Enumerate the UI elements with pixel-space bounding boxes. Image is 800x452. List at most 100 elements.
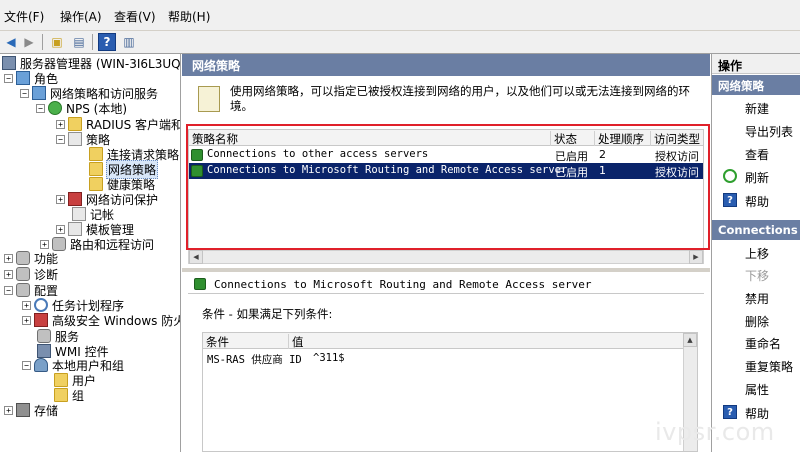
expand-icon[interactable]: +: [22, 315, 31, 325]
console-tree: 服务器管理器 (WIN-3I6L3UQR2A −角色 −网络策略和访问服务 −N…: [0, 54, 181, 452]
table-row[interactable]: MS-RAS 供应商 ID ^311$: [203, 351, 683, 367]
toolbar-separator: [92, 34, 93, 50]
expand-icon[interactable]: +: [4, 253, 13, 263]
tree-item-nps-local[interactable]: − NPS (本地): [36, 100, 128, 116]
clock-icon: [34, 298, 48, 312]
expand-icon[interactable]: +: [56, 224, 65, 234]
pane-splitter[interactable]: [182, 268, 710, 272]
table-row-selected[interactable]: Connections to Microsoft Routing and Rem…: [189, 163, 703, 179]
expand-icon[interactable]: +: [4, 405, 13, 415]
tree-item-features[interactable]: + 功能: [4, 250, 59, 266]
condition-value: ^311$: [313, 352, 345, 364]
forward-arrow-icon[interactable]: ▶: [20, 33, 38, 51]
actions-pane: 操作 网络策略 新建 导出列表 查看 刷新 ? 帮助 Connections .…: [711, 54, 800, 452]
policy-name: Connections to other access servers: [207, 148, 429, 160]
policy-order: 1: [599, 164, 606, 177]
up-folder-icon[interactable]: ▣: [48, 33, 66, 51]
action-disable[interactable]: 禁用: [745, 290, 769, 307]
actions-section-network-policy[interactable]: 网络策略: [712, 75, 800, 95]
configuration-icon: [16, 283, 30, 297]
scroll-up-icon[interactable]: ▲: [683, 333, 697, 347]
firewall-icon: [34, 313, 48, 327]
templates-icon: [68, 222, 82, 236]
detail-policy-title: Connections to Microsoft Routing and Rem…: [188, 274, 704, 294]
actions-title: 操作: [712, 54, 800, 74]
expand-icon[interactable]: +: [56, 194, 65, 204]
table-row[interactable]: Connections to other access servers 已启用 …: [189, 147, 703, 163]
action-new[interactable]: 新建: [745, 100, 769, 117]
column-condition[interactable]: 条件: [203, 334, 289, 349]
features-icon: [16, 251, 30, 265]
roles-icon: [16, 71, 30, 85]
collapse-icon[interactable]: −: [4, 73, 13, 83]
policy-icon: [68, 132, 82, 146]
tree-item-policies[interactable]: − 策略: [56, 131, 111, 147]
users-icon: [34, 358, 48, 372]
collapse-icon[interactable]: −: [20, 88, 29, 98]
wmi-icon: [37, 344, 51, 358]
expand-icon[interactable]: +: [4, 269, 13, 279]
action-refresh[interactable]: 刷新: [745, 169, 769, 186]
action-rename[interactable]: 重命名: [745, 335, 781, 352]
policy-status: 已启用: [555, 166, 588, 179]
enabled-policy-icon: [191, 149, 203, 161]
tree-item-diagnostics[interactable]: + 诊断: [4, 266, 59, 282]
conditions-title: 条件 - 如果满足下列条件:: [202, 307, 333, 321]
help-icon[interactable]: ?: [98, 33, 116, 51]
conditions-header: 条件 值: [203, 333, 697, 349]
action-move-up[interactable]: 上移: [745, 245, 769, 262]
policy-order: 2: [599, 148, 606, 161]
expand-icon[interactable]: +: [22, 300, 31, 310]
folder-icon: [54, 388, 68, 402]
scroll-right-icon[interactable]: ▶: [689, 250, 703, 264]
services-icon: [37, 329, 51, 343]
tree-item-firewall[interactable]: +高级安全 Windows 防火墙: [22, 312, 180, 328]
action-help[interactable]: 帮助: [745, 193, 769, 210]
server-icon: [2, 56, 16, 70]
column-value[interactable]: 值: [289, 334, 697, 349]
expand-icon[interactable]: +: [56, 119, 65, 129]
collapse-icon[interactable]: −: [22, 360, 31, 370]
pane-title: 网络策略: [182, 54, 710, 76]
tree-item-radius[interactable]: + RADIUS 客户端和: [56, 116, 180, 132]
menu-help[interactable]: 帮助(H): [168, 8, 210, 25]
policy-name: Connections to Microsoft Routing and Rem…: [207, 164, 568, 176]
menu-action[interactable]: 操作(A): [60, 8, 102, 25]
action-export-list[interactable]: 导出列表: [745, 123, 793, 140]
policy-list-header: 策略名称 状态 处理顺序 访问类型: [189, 130, 703, 146]
column-policy-name[interactable]: 策略名称: [189, 131, 551, 146]
action-delete[interactable]: 删除: [745, 313, 769, 330]
toolbar-separator: [42, 34, 43, 50]
menu-view[interactable]: 查看(V): [114, 8, 156, 25]
properties-icon[interactable]: ▥: [120, 33, 138, 51]
tree-item-server-manager[interactable]: 服务器管理器 (WIN-3I6L3UQR2A: [2, 55, 180, 71]
show-hide-tree-icon[interactable]: ▤: [70, 33, 88, 51]
action-properties[interactable]: 属性: [745, 381, 769, 398]
storage-icon: [16, 403, 30, 417]
collapse-icon[interactable]: −: [56, 134, 65, 144]
horizontal-scrollbar[interactable]: ◀ ▶: [188, 250, 704, 264]
column-access-type[interactable]: 访问类型: [651, 131, 703, 146]
column-order[interactable]: 处理顺序: [595, 131, 651, 146]
menu-file[interactable]: 文件(F): [4, 8, 44, 25]
action-duplicate-policy[interactable]: 重复策略: [745, 358, 793, 375]
collapse-icon[interactable]: −: [36, 103, 45, 113]
scroll-left-icon[interactable]: ◀: [189, 250, 203, 264]
policy-status: 已启用: [555, 150, 588, 163]
menu-bar: 文件(F) 操作(A) 查看(V) 帮助(H): [0, 0, 800, 31]
globe-icon: [48, 101, 62, 115]
accounting-icon: [72, 207, 86, 221]
actions-section-connections[interactable]: Connections ...: [712, 220, 800, 251]
folder-icon: [89, 177, 103, 191]
collapse-icon[interactable]: −: [4, 285, 13, 295]
conditions-list: 条件 值 MS-RAS 供应商 ID ^311$ ▲: [202, 332, 698, 452]
tree-item-storage[interactable]: + 存储: [4, 402, 59, 418]
action-view[interactable]: 查看: [745, 146, 769, 163]
help-icon: ?: [723, 193, 737, 207]
enabled-policy-icon: [191, 165, 203, 177]
expand-icon[interactable]: +: [40, 239, 49, 249]
policy-access: 授权访问: [655, 166, 699, 179]
column-status[interactable]: 状态: [551, 131, 595, 146]
back-arrow-icon[interactable]: ◀: [2, 33, 20, 51]
watermark: ivpsr.com: [655, 418, 775, 446]
